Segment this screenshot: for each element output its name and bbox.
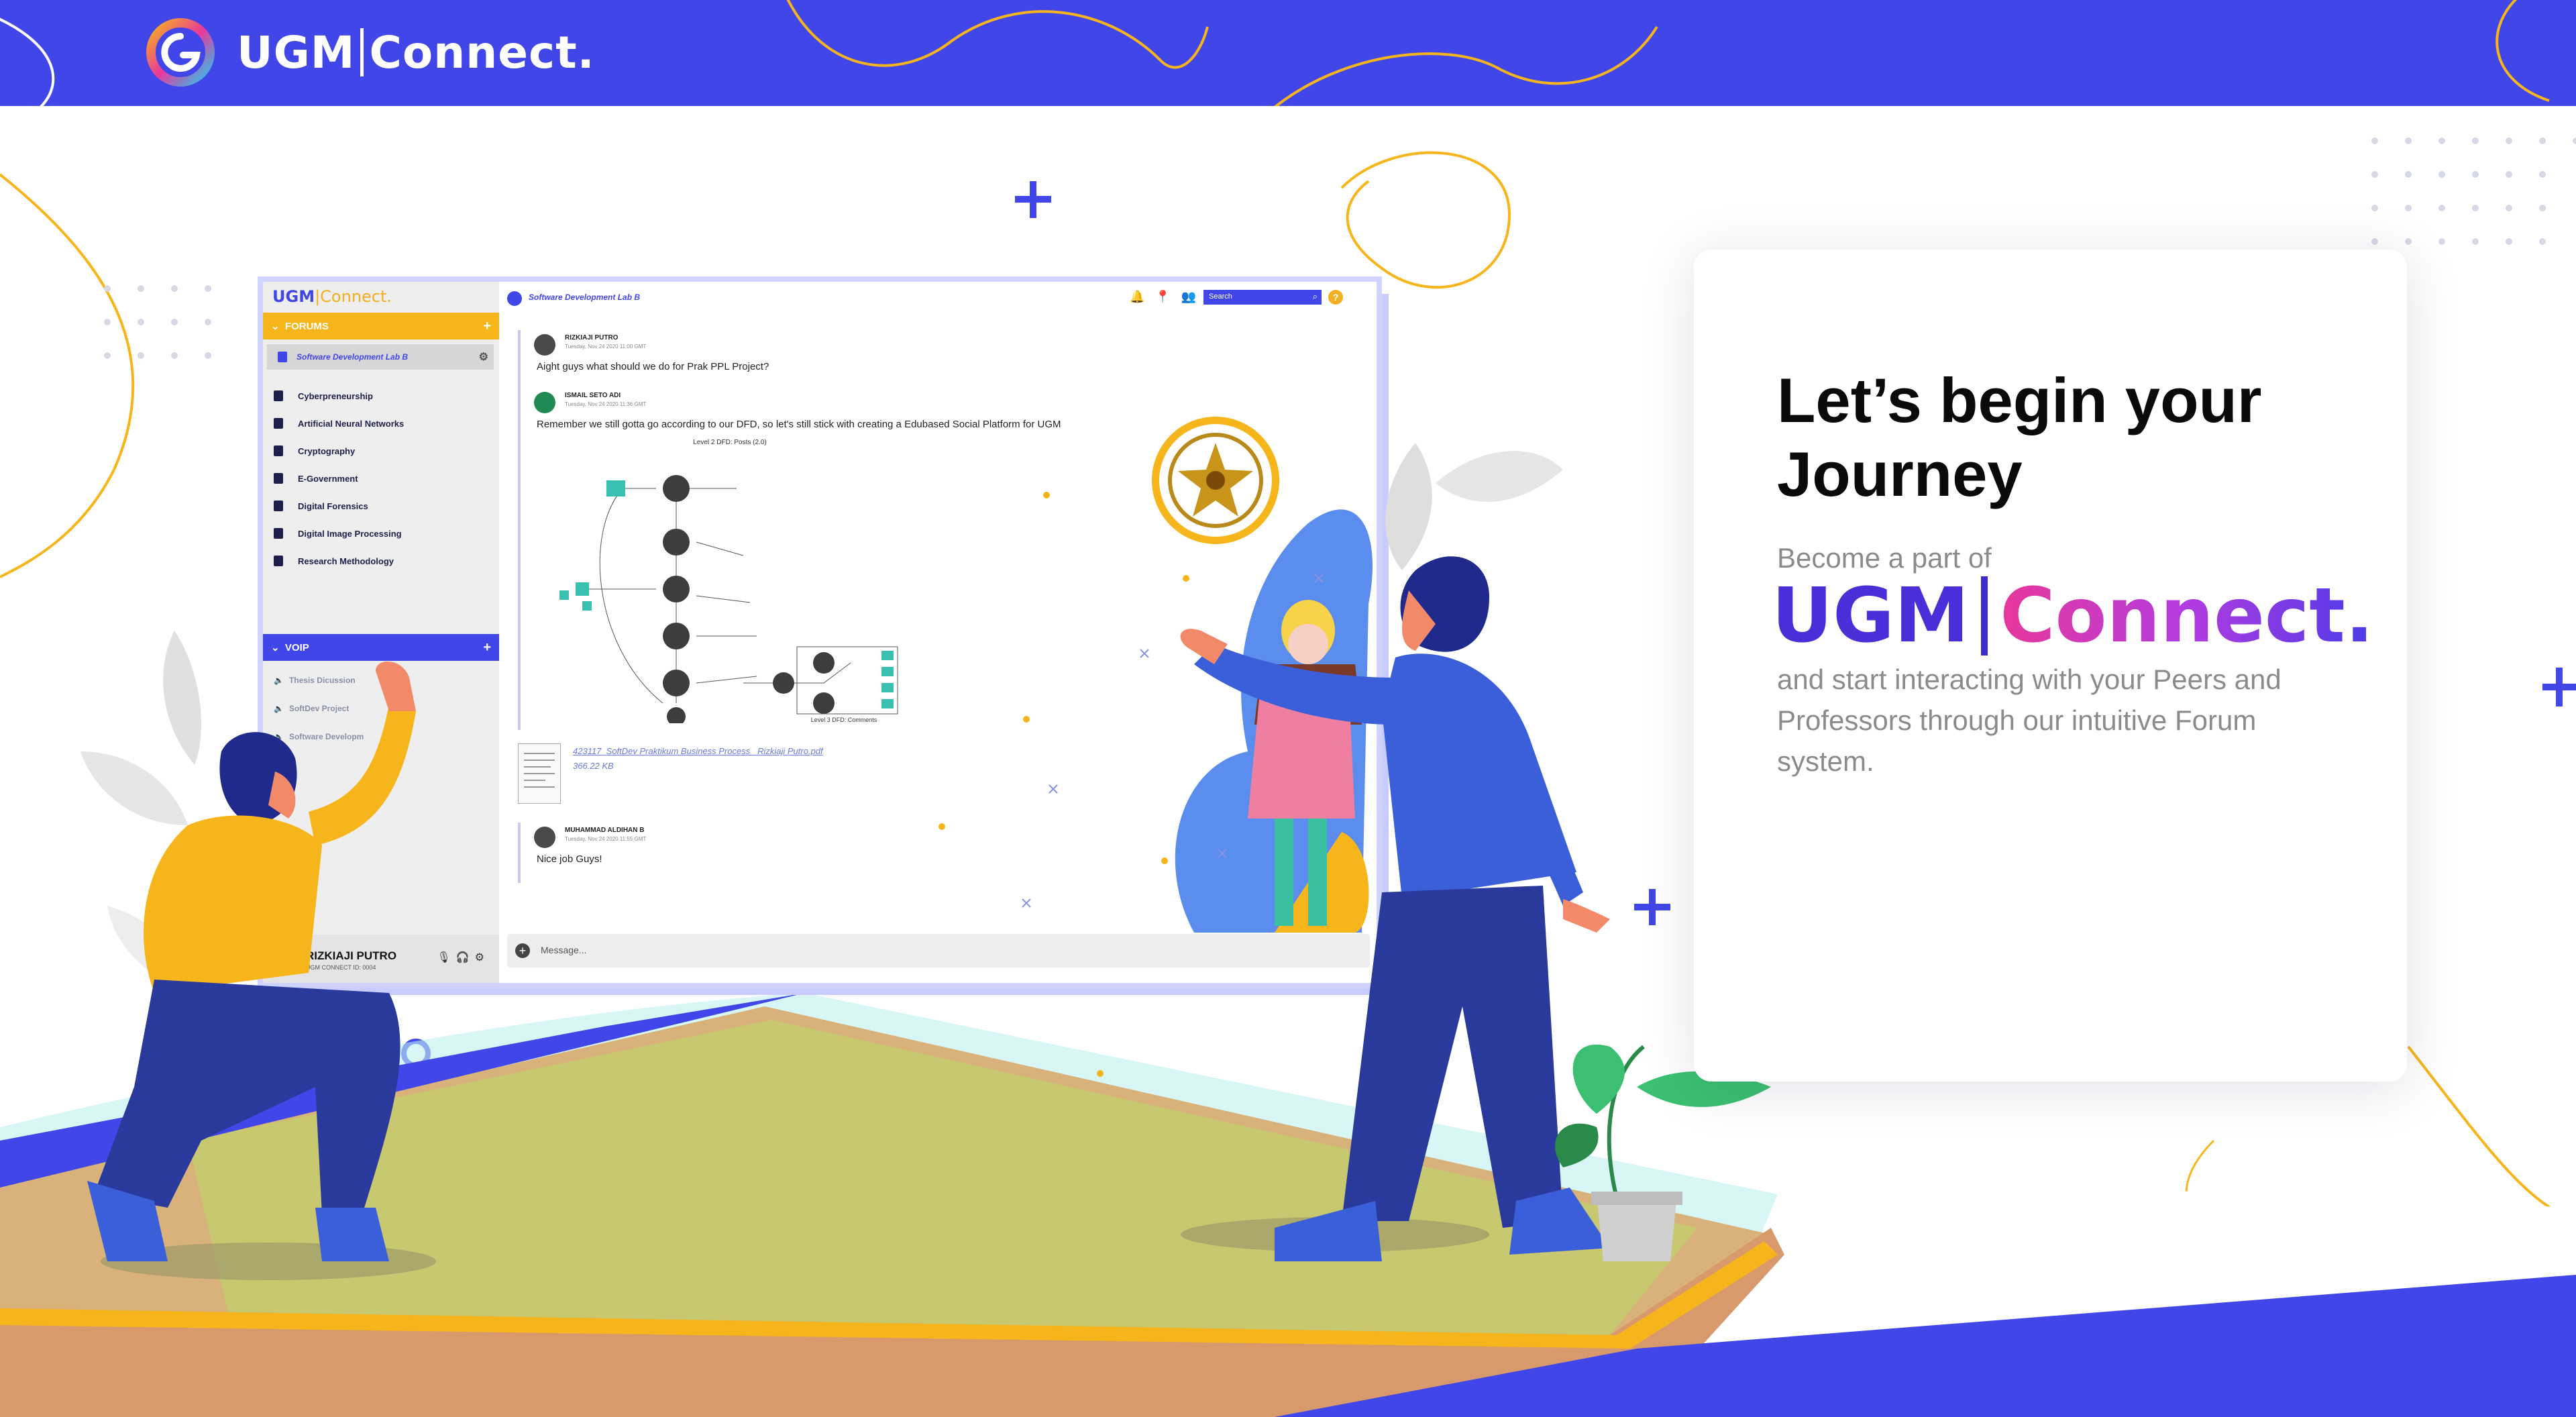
headline: Let’s begin your Journey <box>1777 365 2262 509</box>
logo-left: UGM <box>1772 572 1970 660</box>
welcome-card: Let’s begin your Journey Become a part o… <box>1694 250 2407 1082</box>
description: and start interacting with your Peers an… <box>1777 664 2282 777</box>
ugm-seal-icon <box>1152 417 1279 544</box>
ugm-connect-logo: UGM Connect. <box>1772 569 2373 663</box>
logo-right: Connect. <box>2000 572 2374 660</box>
logo-separator <box>1981 576 1988 655</box>
kneeling-man-figure <box>87 662 436 1280</box>
